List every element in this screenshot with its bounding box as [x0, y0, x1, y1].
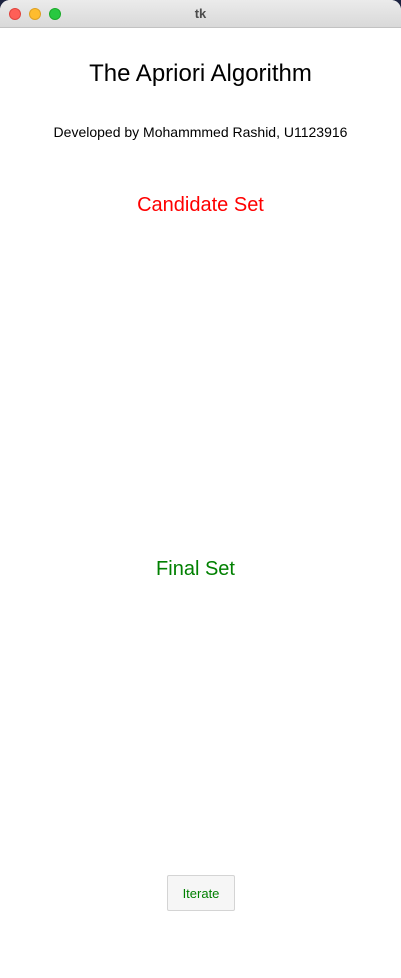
final-set-heading: Final Set — [156, 558, 235, 580]
app-window: tk The Apriori Algorithm Developed by Mo… — [0, 0, 401, 978]
final-set-area — [40, 593, 361, 853]
main-content: The Apriori Algorithm Developed by Moham… — [0, 28, 401, 978]
iterate-button[interactable]: Iterate — [167, 875, 235, 911]
window-title: tk — [194, 6, 207, 21]
candidate-set-heading: Candidate Set — [137, 194, 264, 216]
window-titlebar[interactable]: tk — [0, 0, 401, 28]
page-title: The Apriori Algorithm — [89, 60, 312, 87]
candidate-set-area — [40, 228, 361, 548]
developer-credit: Developed by Mohammmed Rashid, U1123916 — [53, 124, 348, 140]
